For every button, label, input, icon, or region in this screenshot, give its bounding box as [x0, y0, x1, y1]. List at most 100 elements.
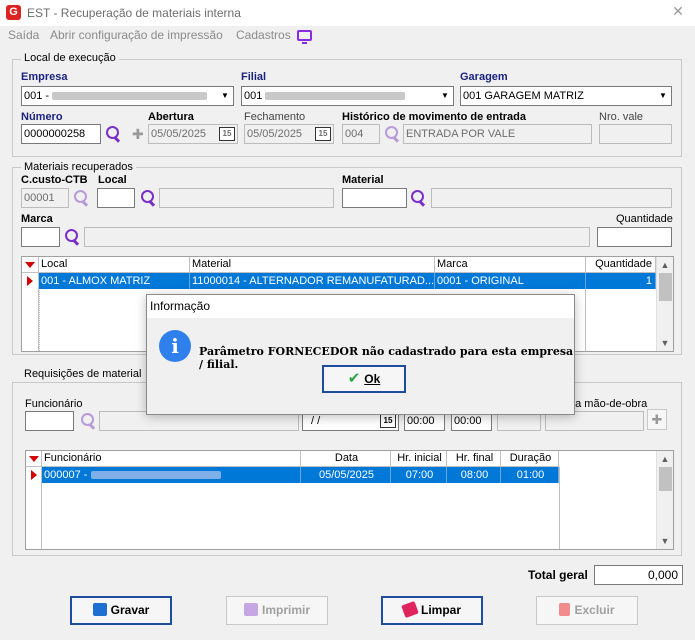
- materiais-title: Materiais recuperados: [21, 161, 136, 173]
- requisicao-date-value: / /: [311, 415, 321, 427]
- filial-select[interactable]: 001 ▼: [241, 86, 454, 106]
- empresa-select[interactable]: 001 - ▼: [21, 86, 234, 106]
- col-hr-final[interactable]: Hr. final: [447, 451, 501, 467]
- chevron-down-icon[interactable]: ▼: [655, 87, 671, 105]
- search-icon[interactable]: [383, 125, 401, 143]
- abertura-value: 05/05/2025: [151, 128, 207, 140]
- table-cell-duracao[interactable]: 01:00: [501, 467, 559, 483]
- historico-label: Histórico de movimento de entrada: [342, 111, 526, 123]
- scroll-up-icon[interactable]: ▲: [657, 452, 673, 466]
- table-cell-hr-final[interactable]: 08:00: [447, 467, 501, 483]
- close-icon[interactable]: ✕: [671, 4, 685, 18]
- numero-label: Número: [21, 111, 63, 123]
- local-input[interactable]: [97, 188, 135, 208]
- garagem-value: 001 GARAGEM MATRIZ: [463, 90, 584, 102]
- historico-code-input[interactable]: 004: [342, 124, 380, 144]
- marca-input[interactable]: [21, 227, 60, 247]
- vertical-scrollbar[interactable]: ▲ ▼: [656, 451, 673, 549]
- sort-icon[interactable]: [25, 262, 35, 268]
- gravar-button[interactable]: Gravar: [70, 596, 172, 625]
- current-row-icon: [27, 276, 33, 286]
- ok-label: Ok: [364, 372, 381, 386]
- dialog-title: Informação: [147, 295, 574, 318]
- col-quantidade[interactable]: Quantidade: [586, 257, 656, 273]
- chevron-down-icon[interactable]: ▼: [437, 87, 453, 105]
- table-cell-material[interactable]: 11000014 - ALTERNADOR REMANUFATURAD...: [190, 273, 435, 289]
- grid-corner[interactable]: [22, 257, 39, 273]
- gravar-label: Gravar: [110, 603, 150, 617]
- menu-cadastros[interactable]: Cadastros: [236, 28, 291, 42]
- calendar-icon[interactable]: 15: [315, 127, 331, 141]
- abertura-date[interactable]: 05/05/2025 15: [148, 124, 238, 144]
- scroll-thumb[interactable]: [659, 273, 672, 301]
- table-cell-marca[interactable]: 0001 - ORIGINAL: [435, 273, 586, 289]
- col-marca[interactable]: Marca: [435, 257, 586, 273]
- trash-icon: [559, 603, 571, 616]
- grid-corner[interactable]: [26, 451, 42, 467]
- total-geral-label: Total geral: [528, 568, 588, 582]
- search-icon[interactable]: [104, 125, 122, 143]
- abertura-label: Abertura: [148, 111, 194, 123]
- table-cell-quantidade[interactable]: 1: [586, 273, 656, 289]
- imprimir-button[interactable]: Imprimir: [226, 596, 328, 625]
- scroll-down-icon[interactable]: ▼: [657, 336, 673, 350]
- sort-icon[interactable]: [29, 456, 39, 462]
- calendar-icon[interactable]: 15: [219, 127, 235, 141]
- chevron-down-icon[interactable]: ▼: [217, 87, 233, 105]
- quantidade-input[interactable]: [597, 227, 672, 247]
- table-cell-data[interactable]: 05/05/2025: [301, 467, 391, 483]
- marca-label: Marca: [21, 213, 53, 225]
- total-geral-value: 0,000: [594, 565, 683, 585]
- numero-input[interactable]: 0000000258: [21, 124, 101, 144]
- excluir-button[interactable]: Excluir: [536, 596, 638, 625]
- info-icon: i: [159, 330, 191, 362]
- window-title: EST - Recuperação de materiais interna: [27, 6, 241, 20]
- ok-button[interactable]: ✔ Ok: [322, 365, 406, 393]
- nro-vale-label: Nro. vale: [599, 111, 644, 123]
- col-data[interactable]: Data: [301, 451, 391, 467]
- material-input[interactable]: [342, 188, 407, 208]
- limpar-button[interactable]: Limpar: [381, 596, 483, 625]
- col-duracao[interactable]: Duração: [501, 451, 559, 467]
- filial-value: 001: [244, 90, 263, 102]
- scroll-down-icon[interactable]: ▼: [657, 534, 673, 548]
- menu-saida[interactable]: Saída: [8, 28, 39, 42]
- local-label: Local: [98, 174, 127, 186]
- vertical-scrollbar[interactable]: ▲ ▼: [656, 257, 673, 351]
- calendar-icon[interactable]: 15: [380, 414, 396, 428]
- eraser-icon: [401, 600, 419, 619]
- nro-vale-input[interactable]: [599, 124, 672, 144]
- table-cell-local[interactable]: 001 - ALMOX MATRIZ: [39, 273, 190, 289]
- redacted-text: [52, 92, 208, 101]
- col-local[interactable]: Local: [39, 257, 190, 273]
- ccusto-input[interactable]: 00001: [21, 188, 69, 208]
- table-cell-hr-inicial[interactable]: 07:00: [391, 467, 447, 483]
- empresa-value: 001 -: [24, 90, 50, 102]
- scroll-thumb[interactable]: [659, 467, 672, 491]
- col-funcionario[interactable]: Funcionário: [42, 451, 301, 467]
- col-hr-inicial[interactable]: Hr. inicial: [391, 451, 447, 467]
- garagem-select[interactable]: 001 GARAGEM MATRIZ ▼: [460, 86, 672, 106]
- scroll-up-icon[interactable]: ▲: [657, 258, 673, 272]
- menu-abrir-configuracao[interactable]: Abrir configuração de impressão: [50, 28, 223, 42]
- current-row-icon: [31, 470, 37, 480]
- add-icon[interactable]: ✚: [647, 409, 667, 430]
- fechamento-date[interactable]: 05/05/2025 15: [244, 124, 334, 144]
- redacted-text: [90, 471, 221, 480]
- redacted-text: [265, 92, 406, 101]
- requisicoes-title: Requisições de material: [21, 368, 145, 380]
- funcionario-input[interactable]: [25, 411, 74, 431]
- check-icon: ✔: [347, 370, 361, 387]
- search-icon[interactable]: [79, 412, 97, 430]
- requisicoes-grid[interactable]: Funcionário Data Hr. inicial Hr. final D…: [25, 450, 674, 550]
- search-icon[interactable]: [409, 189, 427, 207]
- search-icon[interactable]: [139, 189, 157, 207]
- plus-icon[interactable]: ✚: [132, 126, 144, 143]
- info-dialog: Informação i Parâmetro FORNECEDOR não ca…: [146, 294, 575, 415]
- col-material[interactable]: Material: [190, 257, 435, 273]
- search-icon[interactable]: [63, 228, 81, 246]
- table-cell-funcionario[interactable]: 000007 -: [42, 467, 301, 483]
- search-icon[interactable]: [72, 189, 90, 207]
- funcionario-label: Funcionário: [25, 398, 83, 410]
- monitor-icon[interactable]: [297, 30, 312, 44]
